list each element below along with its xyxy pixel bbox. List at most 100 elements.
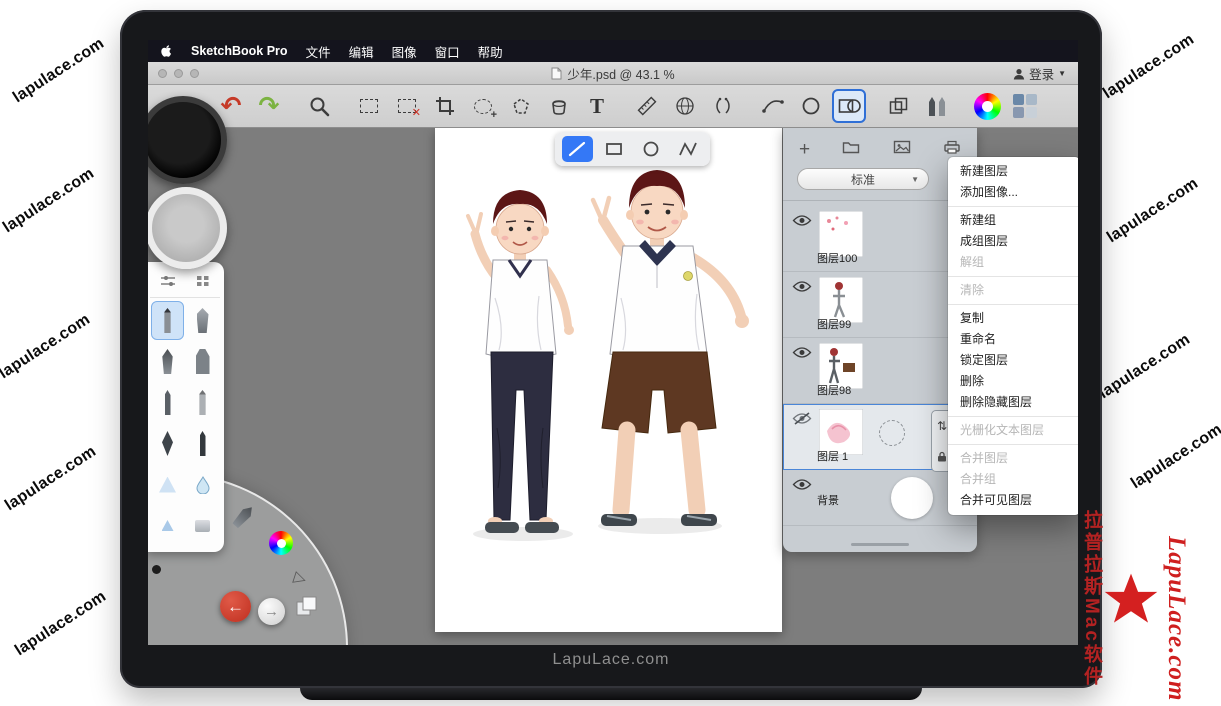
ellipse-select-tool[interactable]: + (466, 89, 500, 123)
app-menu-title[interactable]: SketchBook Pro (191, 44, 288, 58)
shapes-tool[interactable] (832, 89, 866, 123)
login-button[interactable]: 登录 ▼ (1013, 62, 1066, 85)
blend-mode-value: 标准 (851, 171, 875, 188)
brush-wet[interactable] (151, 465, 184, 504)
duplicate-tool[interactable] (882, 89, 916, 123)
brush-library-tool[interactable] (920, 89, 954, 123)
visibility-toggle[interactable] (792, 280, 814, 296)
visibility-toggle[interactable] (792, 346, 814, 362)
menu-help[interactable]: 帮助 (478, 42, 503, 61)
menu-file[interactable]: 文件 (306, 42, 331, 61)
menu-item-new-group[interactable]: 新建组 (948, 210, 1078, 231)
add-image-button[interactable] (893, 140, 911, 159)
menu-image[interactable]: 图像 (392, 42, 417, 61)
text-tool[interactable]: T (580, 89, 614, 123)
brush-paintbrush[interactable] (151, 342, 184, 381)
close-window-button[interactable] (158, 69, 167, 78)
quick-undo-button[interactable]: ← (220, 591, 251, 622)
quick-redo-button[interactable]: → (258, 598, 285, 625)
menu-item-clear: 清除 (948, 280, 1078, 301)
brush-water-drop[interactable] (186, 465, 219, 504)
ellipse-tool[interactable] (794, 89, 828, 123)
brush-ballpoint[interactable] (151, 383, 184, 422)
crop-tool[interactable] (428, 89, 462, 123)
lagoon-layers-button[interactable] (295, 594, 319, 618)
canvas[interactable] (435, 128, 782, 632)
user-icon (1013, 68, 1025, 80)
back-arrow-icon: ← (227, 597, 244, 617)
menu-window[interactable]: 窗口 (435, 42, 460, 61)
brush-smudge[interactable] (151, 506, 184, 545)
menu-item-add-image[interactable]: 添加图像... (948, 182, 1078, 203)
ruler-tool[interactable] (630, 89, 664, 123)
page: lapulace.com lapulace.com lapulace.com l… (0, 0, 1221, 700)
color-wheel-icon (277, 539, 286, 548)
menu-edit[interactable]: 编辑 (349, 42, 374, 61)
lagoon-color-button[interactable] (269, 531, 293, 555)
panel-resize-handle[interactable] (783, 536, 977, 552)
rectangle-shape-button[interactable] (599, 136, 630, 162)
menu-item-new-layer[interactable]: 新建图层 (948, 161, 1078, 182)
deselect-tool[interactable]: ✕ (390, 89, 424, 123)
brush-eraser[interactable] (186, 506, 219, 545)
blend-mode-dropdown[interactable]: 标准 ▼ (797, 168, 929, 190)
menu-item-group-layers[interactable]: 成组图层 (948, 231, 1078, 252)
color-wheel-tool[interactable] (970, 89, 1004, 123)
perspective-tool[interactable] (668, 89, 702, 123)
brush-grid-icon[interactable] (196, 274, 210, 292)
palette-icon (1013, 94, 1037, 118)
circle-icon (642, 141, 660, 157)
artwork-two-boys (435, 128, 782, 632)
palette-tool[interactable] (1008, 89, 1042, 123)
watermark-text: lapulace.com (2, 443, 100, 515)
visibility-toggle[interactable] (792, 478, 814, 494)
menu-item-rename[interactable]: 重命名 (948, 329, 1078, 350)
redo-button[interactable]: ↷ (252, 89, 286, 123)
brush-nib-pen[interactable] (151, 424, 184, 463)
edge-dot (152, 565, 161, 574)
brush-graphite[interactable] (186, 383, 219, 422)
minimize-window-button[interactable] (174, 69, 183, 78)
rect-select-tool[interactable] (352, 89, 386, 123)
stroke-tool[interactable] (756, 89, 790, 123)
lasso-icon (511, 97, 531, 115)
document-title-text: 少年.psd @ 43.1 % (567, 64, 674, 83)
document-title: 少年.psd @ 43.1 % (551, 64, 674, 83)
menu-item-delete-hidden-layers[interactable]: 删除隐藏图层 (948, 392, 1078, 413)
visibility-toggle[interactable] (792, 214, 814, 230)
brush-marker[interactable] (186, 342, 219, 381)
menu-item-rasterize-text-layer: 光栅化文本图层 (948, 420, 1078, 441)
layers-panel-header: + (783, 136, 977, 162)
login-label: 登录 (1029, 64, 1054, 83)
zoom-window-button[interactable] (190, 69, 199, 78)
watermark-text: lapulace.com (1128, 421, 1221, 493)
new-group-button[interactable] (842, 140, 860, 159)
line-shape-button[interactable] (562, 136, 593, 162)
polygon-select-tool[interactable] (504, 89, 538, 123)
menu-item-delete[interactable]: 删除 (948, 371, 1078, 392)
symmetry-tool[interactable] (706, 89, 740, 123)
brush-airbrush[interactable] (186, 301, 219, 340)
menu-item-lock-layer[interactable]: 锁定图层 (948, 350, 1078, 371)
brush-ink-pen[interactable] (186, 424, 219, 463)
watermark-text: lapulace.com (1100, 31, 1198, 103)
star-icon (1102, 570, 1160, 628)
brush-size-puck[interactable] (148, 187, 227, 269)
fill-tool[interactable] (542, 89, 576, 123)
polyline-shape-button[interactable] (673, 136, 704, 162)
menu-item-merge-visible-layers[interactable]: 合并可见图层 (948, 490, 1078, 511)
brush-pencil[interactable] (151, 301, 184, 340)
export-button[interactable] (943, 140, 961, 159)
menu-item-duplicate[interactable]: 复制 (948, 308, 1078, 329)
apple-icon (160, 44, 173, 58)
brush-settings-icon[interactable] (160, 274, 176, 292)
add-layer-button[interactable]: + (799, 140, 810, 159)
brand-text: LapuLace.com (553, 651, 670, 668)
zoom-tool[interactable] (302, 89, 336, 123)
laptop-base (300, 688, 922, 700)
ellipse-shape-button[interactable] (636, 136, 667, 162)
title-bar: 少年.psd @ 43.1 % 登录 ▼ (148, 62, 1078, 85)
apple-menu[interactable] (160, 44, 173, 58)
layers-icon (295, 594, 319, 618)
visibility-toggle[interactable] (792, 412, 814, 428)
